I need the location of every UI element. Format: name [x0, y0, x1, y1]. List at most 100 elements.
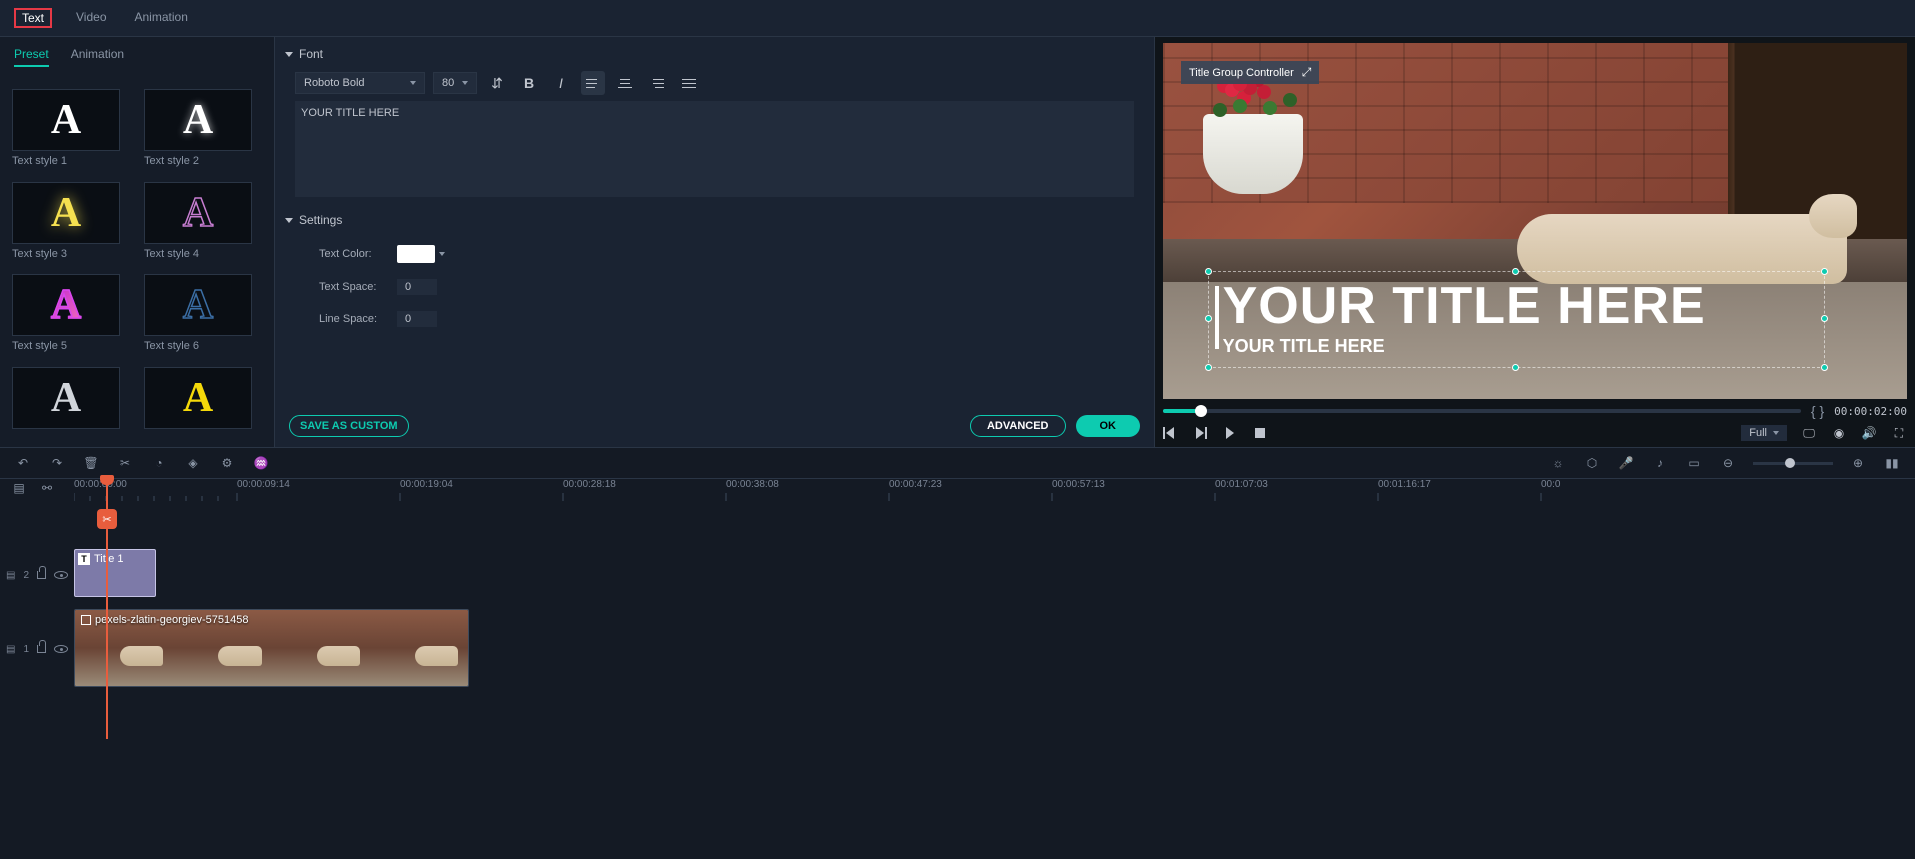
split-icon[interactable]: ✂: [116, 454, 134, 472]
settings-section-header[interactable]: Settings: [285, 203, 1144, 237]
prev-frame-button[interactable]: [1163, 426, 1177, 440]
render-icon[interactable]: ▭: [1685, 454, 1703, 472]
audio-icon[interactable]: ♒: [252, 454, 270, 472]
preset-text-style-4[interactable]: AText style 4: [144, 182, 262, 267]
chevron-down-icon: [462, 81, 468, 85]
loop-icon[interactable]: { }: [1811, 403, 1824, 419]
title-track[interactable]: ▤2 T Title 1: [74, 549, 1915, 601]
main-row: Preset Animation AText style 1 AText sty…: [0, 37, 1915, 447]
line-space-input[interactable]: 0: [397, 311, 437, 327]
tab-animation[interactable]: Animation: [131, 8, 192, 28]
chevron-down-icon: [410, 81, 416, 85]
align-left-button[interactable]: [581, 71, 605, 95]
subtab-preset[interactable]: Preset: [14, 47, 49, 67]
zoom-fit-icon[interactable]: ▮▮: [1883, 454, 1901, 472]
zoom-out-icon[interactable]: ⊖: [1719, 454, 1737, 472]
ruler-mark: 00:0: [1541, 479, 1560, 490]
text-space-input[interactable]: 0: [397, 279, 437, 295]
text-color-picker[interactable]: [397, 245, 445, 263]
quality-select[interactable]: Full: [1741, 425, 1787, 441]
resize-handle[interactable]: [1205, 364, 1212, 371]
font-family-select[interactable]: Roboto Bold: [295, 72, 425, 94]
marker-icon[interactable]: ⬡: [1583, 454, 1601, 472]
link-icon[interactable]: ⚯: [38, 479, 56, 497]
track-header: ▤2: [0, 549, 74, 601]
ok-button[interactable]: OK: [1076, 415, 1141, 437]
ruler-mark: 00:01:16:17: [1378, 479, 1431, 490]
music-icon[interactable]: ♪: [1651, 454, 1669, 472]
title-group-controller-chip[interactable]: Title Group Controller⤢: [1181, 61, 1319, 84]
text-clip-icon: T: [78, 553, 90, 565]
snapshot-icon[interactable]: ◉: [1831, 425, 1847, 441]
text-space-label: Text Space:: [295, 281, 385, 293]
redo-icon[interactable]: ↷: [48, 454, 66, 472]
fullscreen-icon[interactable]: ⛶: [1891, 425, 1907, 441]
tab-video[interactable]: Video: [72, 8, 110, 28]
chevron-down-icon: [1773, 431, 1779, 435]
lock-icon[interactable]: [37, 571, 46, 579]
scrub-bar[interactable]: [1163, 409, 1801, 413]
adjust-icon[interactable]: ⚙: [218, 454, 236, 472]
play-button[interactable]: [1223, 426, 1237, 440]
ruler-mark: 00:01:07:03: [1215, 479, 1268, 490]
advanced-button[interactable]: ADVANCED: [970, 415, 1066, 437]
text-color-label: Text Color:: [295, 248, 385, 260]
resize-handle[interactable]: [1821, 364, 1828, 371]
time-ruler[interactable]: ✂ 00:00:00:00 00:00:09:14 00:00:19:04 00…: [74, 479, 1915, 509]
zoom-slider[interactable]: [1753, 462, 1833, 465]
track-manage-icon[interactable]: ▤: [10, 479, 28, 497]
preset-text-style-7[interactable]: A: [12, 367, 130, 436]
preset-text-style-5[interactable]: AText style 5: [12, 274, 130, 359]
stop-button[interactable]: [1253, 426, 1267, 440]
undo-icon[interactable]: ↶: [14, 454, 32, 472]
tab-text[interactable]: Text: [14, 8, 52, 28]
resize-handle[interactable]: [1821, 268, 1828, 275]
speed-icon[interactable]: ◔: [150, 454, 168, 472]
align-right-button[interactable]: [645, 71, 669, 95]
zoom-in-icon[interactable]: ⊕: [1849, 454, 1867, 472]
disclosure-icon: [285, 218, 293, 223]
bold-button[interactable]: B: [517, 71, 541, 95]
save-as-custom-button[interactable]: SAVE AS CUSTOM: [289, 415, 409, 437]
expand-icon: ⤢: [1302, 65, 1312, 80]
scrub-knob[interactable]: [1195, 405, 1207, 417]
preset-label: Text style 5: [12, 340, 130, 352]
title-text-input[interactable]: YOUR TITLE HERE: [295, 101, 1134, 197]
sub-tabs: Preset Animation: [0, 37, 274, 77]
eye-icon[interactable]: [54, 571, 68, 579]
resize-handle[interactable]: [1205, 268, 1212, 275]
display-icon[interactable]: 🖵: [1801, 425, 1817, 441]
font-section-header[interactable]: Font: [285, 37, 1144, 71]
video-track[interactable]: ▤1 pexels-zlatin-georgiev-5751458: [74, 609, 1915, 689]
italic-button[interactable]: I: [549, 71, 573, 95]
voiceover-icon[interactable]: 🎤: [1617, 454, 1635, 472]
align-justify-button[interactable]: [677, 71, 701, 95]
title-bounding-box[interactable]: YOUR TITLE HERE YOUR TITLE HERE: [1208, 271, 1826, 368]
lock-icon[interactable]: [37, 645, 46, 653]
subtab-animation[interactable]: Animation: [71, 47, 124, 67]
scissors-icon[interactable]: ✂: [97, 509, 117, 529]
resize-handle[interactable]: [1512, 268, 1519, 275]
next-frame-button[interactable]: [1193, 426, 1207, 440]
preset-text-style-1[interactable]: AText style 1: [12, 89, 130, 174]
playhead[interactable]: ✂: [106, 479, 108, 739]
video-clip[interactable]: pexels-zlatin-georgiev-5751458: [74, 609, 469, 687]
preset-text-style-2[interactable]: AText style 2: [144, 89, 262, 174]
resize-handle[interactable]: [1205, 315, 1212, 322]
crop-icon[interactable]: ◈: [184, 454, 202, 472]
font-size-select[interactable]: 80: [433, 72, 477, 94]
timeline-panel: ↶ ↷ 🗑 ✂ ◔ ◈ ⚙ ♒ ☼ ⬡ 🎤 ♪ ▭ ⊖ ⊕ ▮▮: [0, 447, 1915, 859]
align-center-button[interactable]: [613, 71, 637, 95]
preset-text-style-8[interactable]: A: [144, 367, 262, 436]
color-swatch-icon: [397, 245, 435, 263]
preset-label: Text style 1: [12, 155, 130, 167]
title-clip[interactable]: T Title 1: [74, 549, 156, 597]
preset-text-style-3[interactable]: AText style 3: [12, 182, 130, 267]
volume-icon[interactable]: 🔊: [1861, 425, 1877, 441]
vertical-text-button[interactable]: ⇵: [485, 71, 509, 95]
video-preview[interactable]: Title Group Controller⤢ YOUR TITLE HERE …: [1163, 43, 1907, 399]
delete-icon[interactable]: 🗑: [82, 454, 100, 472]
preset-text-style-6[interactable]: AText style 6: [144, 274, 262, 359]
eye-icon[interactable]: [54, 645, 68, 653]
mixer-icon[interactable]: ☼: [1549, 454, 1567, 472]
